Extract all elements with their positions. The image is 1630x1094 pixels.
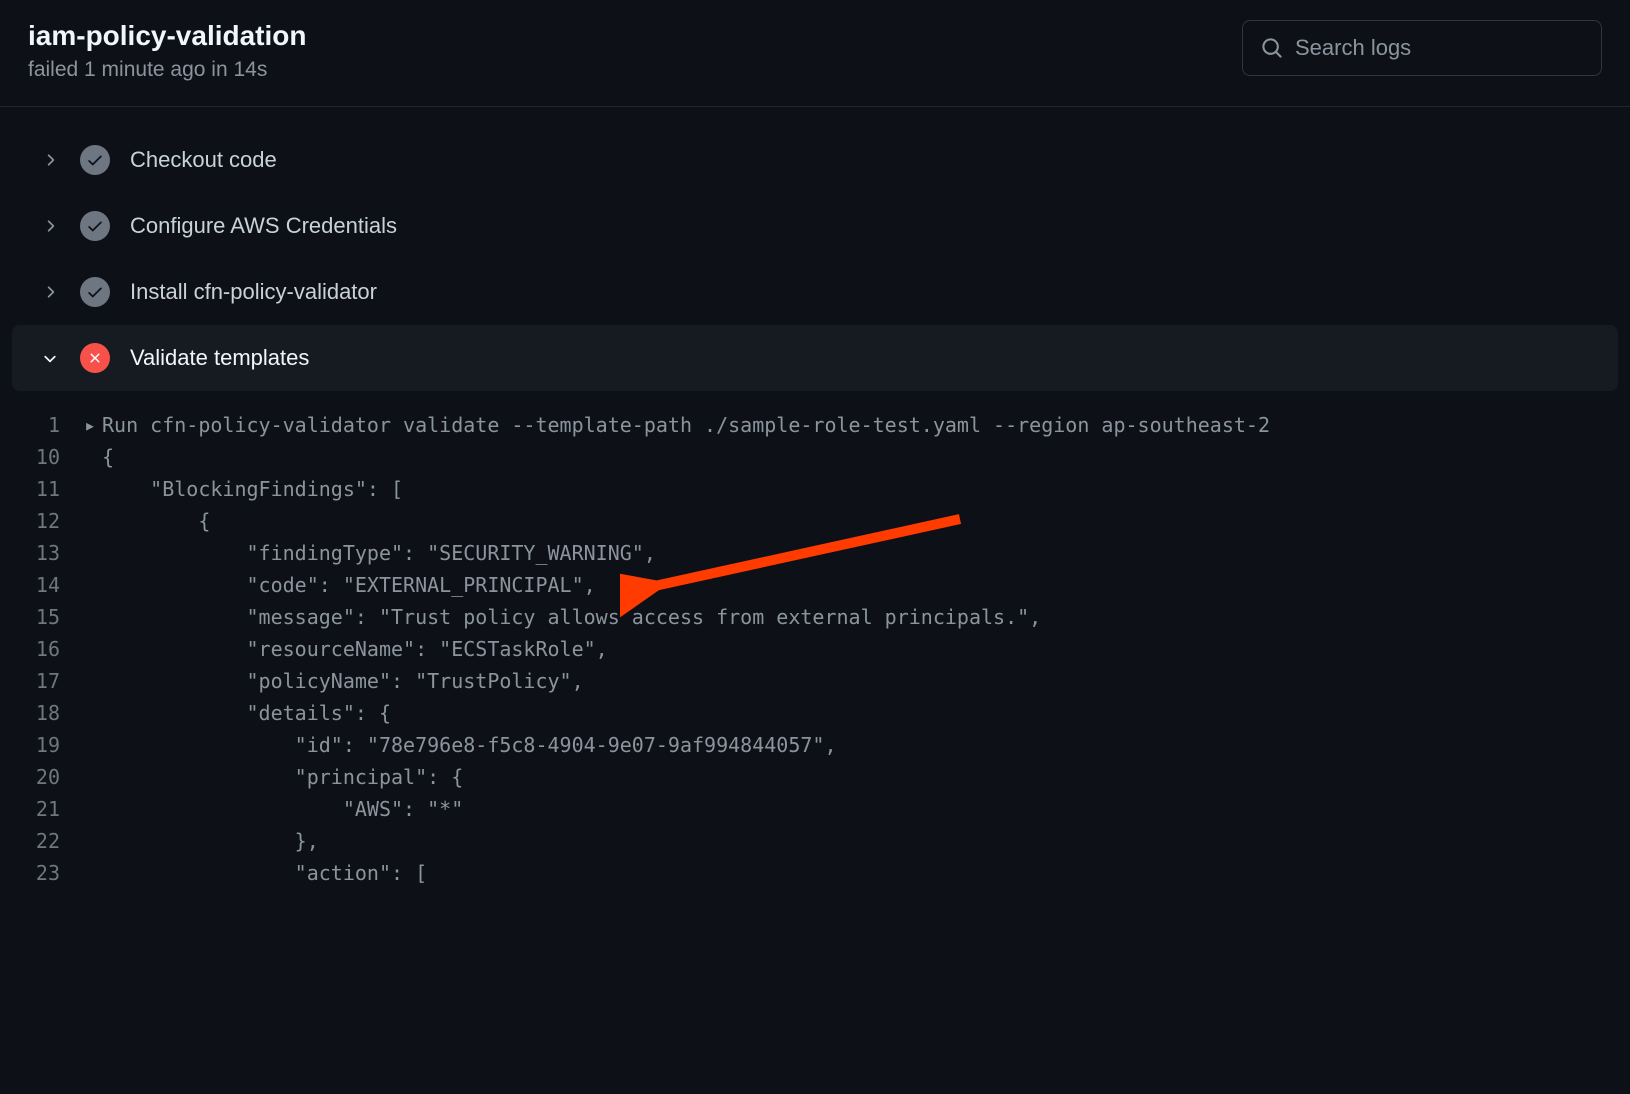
log-line[interactable]: 11 "BlockingFindings": [ (0, 473, 1630, 505)
fold-spacer (84, 697, 102, 729)
fold-spacer (84, 761, 102, 793)
log-text: "details": { (102, 697, 391, 729)
status-success-icon (80, 277, 110, 307)
log-line[interactable]: 1▸Run cfn-policy-validator validate --te… (0, 409, 1630, 441)
chevron-right-icon (40, 150, 60, 170)
chevron-right-icon (40, 216, 60, 236)
job-steps-list: Checkout code Configure AWS Credentials … (0, 107, 1630, 391)
line-number: 10 (20, 441, 84, 473)
job-status-time[interactable]: 1 minute ago (84, 58, 205, 81)
step-validate-templates[interactable]: Validate templates (12, 325, 1618, 391)
line-number: 18 (20, 697, 84, 729)
log-text: { (102, 505, 210, 537)
log-line[interactable]: 10 { (0, 441, 1630, 473)
line-number: 12 (20, 505, 84, 537)
fold-caret-icon[interactable]: ▸ (84, 409, 102, 441)
log-text: { (102, 441, 114, 473)
line-number: 13 (20, 537, 84, 569)
step-label: Configure AWS Credentials (130, 213, 397, 239)
job-status-duration: 14s (233, 58, 267, 81)
log-line[interactable]: 15 "message": "Trust policy allows acces… (0, 601, 1630, 633)
line-number: 20 (20, 761, 84, 793)
status-success-icon (80, 211, 110, 241)
fold-spacer (84, 825, 102, 857)
log-line[interactable]: 22 }, (0, 825, 1630, 857)
job-status-in: in (205, 58, 233, 81)
log-line[interactable]: 16 "resourceName": "ECSTaskRole", (0, 633, 1630, 665)
log-line[interactable]: 20 "principal": { (0, 761, 1630, 793)
line-number: 16 (20, 633, 84, 665)
search-icon (1261, 37, 1283, 59)
fold-spacer (84, 729, 102, 761)
status-success-icon (80, 145, 110, 175)
step-label: Validate templates (130, 345, 309, 371)
log-text: "policyName": "TrustPolicy", (102, 665, 584, 697)
line-number: 11 (20, 473, 84, 505)
step-label: Install cfn-policy-validator (130, 279, 377, 305)
fold-spacer (84, 441, 102, 473)
log-text: Run cfn-policy-validator validate --temp… (102, 409, 1270, 441)
job-title: iam-policy-validation (28, 20, 307, 52)
line-number: 15 (20, 601, 84, 633)
log-text: "BlockingFindings": [ (102, 473, 403, 505)
chevron-down-icon (40, 348, 60, 368)
log-line[interactable]: 12 { (0, 505, 1630, 537)
fold-spacer (84, 601, 102, 633)
fold-spacer (84, 537, 102, 569)
log-text: "code": "EXTERNAL_PRINCIPAL", (102, 569, 596, 601)
fold-spacer (84, 665, 102, 697)
log-text: "principal": { (102, 761, 463, 793)
line-number: 19 (20, 729, 84, 761)
step-checkout-code[interactable]: Checkout code (12, 127, 1618, 193)
job-header: iam-policy-validation failed 1 minute ag… (0, 0, 1630, 107)
step-label: Checkout code (130, 147, 277, 173)
search-logs-box[interactable] (1242, 20, 1602, 76)
fold-spacer (84, 793, 102, 825)
log-text: "message": "Trust policy allows access f… (102, 601, 1041, 633)
log-text: }, (102, 825, 319, 857)
status-fail-icon (80, 343, 110, 373)
log-text: "resourceName": "ECSTaskRole", (102, 633, 608, 665)
step-install-cfn-policy-validator[interactable]: Install cfn-policy-validator (12, 259, 1618, 325)
job-status-prefix: failed (28, 58, 84, 81)
log-text: "id": "78e796e8-f5c8-4904-9e07-9af994844… (102, 729, 837, 761)
fold-spacer (84, 473, 102, 505)
step-configure-aws-credentials[interactable]: Configure AWS Credentials (12, 193, 1618, 259)
fold-spacer (84, 569, 102, 601)
line-number: 1 (20, 409, 84, 441)
log-text: "action": [ (102, 857, 427, 889)
log-line[interactable]: 19 "id": "78e796e8-f5c8-4904-9e07-9af994… (0, 729, 1630, 761)
log-line[interactable]: 21 "AWS": "*" (0, 793, 1630, 825)
line-number: 23 (20, 857, 84, 889)
chevron-right-icon (40, 282, 60, 302)
line-number: 21 (20, 793, 84, 825)
fold-spacer (84, 857, 102, 889)
search-logs-input[interactable] (1295, 35, 1583, 61)
log-line[interactable]: 23 "action": [ (0, 857, 1630, 889)
log-line[interactable]: 17 "policyName": "TrustPolicy", (0, 665, 1630, 697)
log-output: 1▸Run cfn-policy-validator validate --te… (0, 391, 1630, 889)
fold-spacer (84, 505, 102, 537)
log-text: "AWS": "*" (102, 793, 463, 825)
job-header-left: iam-policy-validation failed 1 minute ag… (28, 20, 307, 82)
log-text: "findingType": "SECURITY_WARNING", (102, 537, 656, 569)
log-line[interactable]: 14 "code": "EXTERNAL_PRINCIPAL", (0, 569, 1630, 601)
log-line[interactable]: 13 "findingType": "SECURITY_WARNING", (0, 537, 1630, 569)
line-number: 14 (20, 569, 84, 601)
fold-spacer (84, 633, 102, 665)
line-number: 17 (20, 665, 84, 697)
line-number: 22 (20, 825, 84, 857)
log-line[interactable]: 18 "details": { (0, 697, 1630, 729)
job-status-line: failed 1 minute ago in 14s (28, 58, 307, 82)
